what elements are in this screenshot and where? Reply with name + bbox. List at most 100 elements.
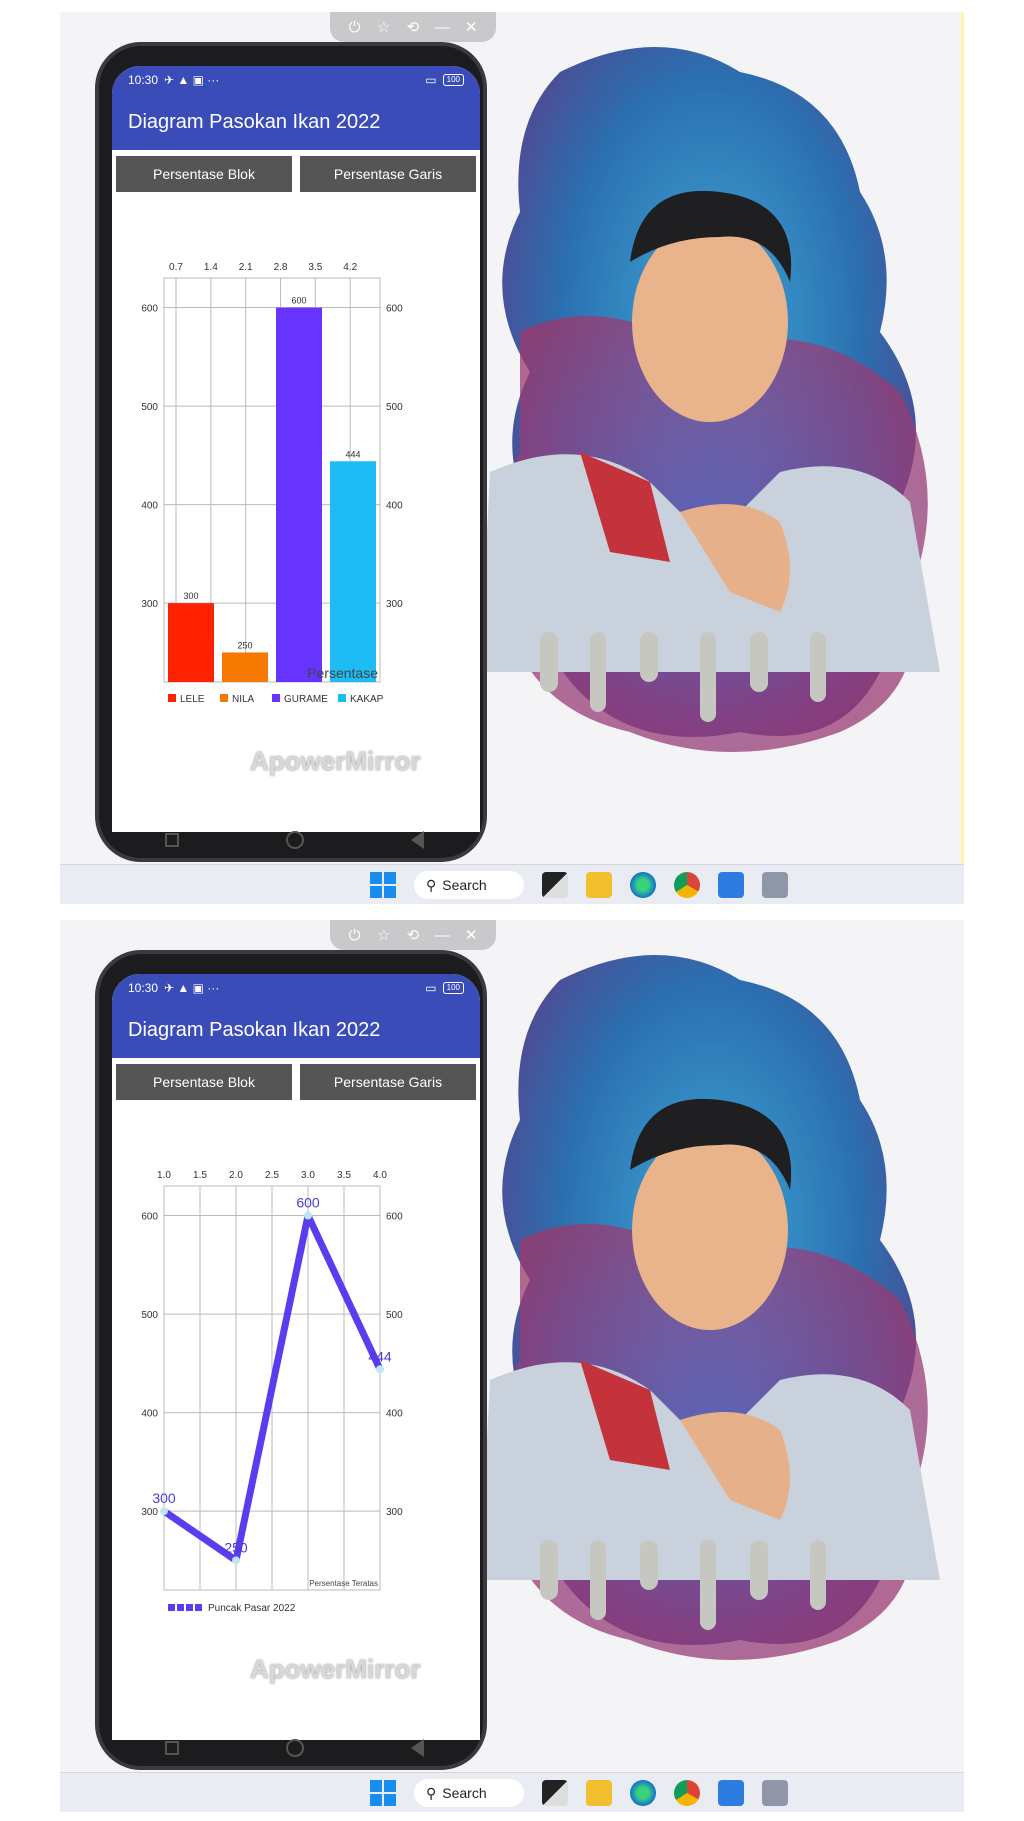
legend-label: NILA [232, 694, 255, 705]
legend-swatch [195, 1604, 202, 1611]
portrait-artwork [480, 47, 940, 752]
legend-swatch [338, 694, 346, 702]
minimize-icon[interactable]: — [432, 19, 452, 36]
point-value-label: 444 [368, 1348, 392, 1364]
screenshot-panel-line: ⏻ ☆ ⟲ — ✕ 10:30 ✈ ▲ ▣ ··· ▭ 100 Diagram … [60, 920, 964, 1820]
recent-apps-icon[interactable] [165, 833, 180, 847]
recent-apps-icon[interactable] [165, 1741, 180, 1755]
apowermirror-icon[interactable] [718, 1780, 744, 1806]
x-tick-label: 3.5 [337, 1170, 351, 1181]
taskbar-search[interactable]: ⚲ Search [414, 871, 524, 899]
desktop-background: ⏻ ☆ ⟲ — ✕ 10:30 ✈ ▲ ▣ ··· ▭ 100 Diagram … [60, 12, 964, 864]
button-row: Persentase Blok Persentase Garis [112, 156, 480, 196]
phone-frame: 10:30 ✈ ▲ ▣ ··· ▭ 100 Diagram Pasokan Ik… [95, 950, 487, 1770]
taskbar-search[interactable]: ⚲ Search [414, 1779, 524, 1807]
edge-icon[interactable] [630, 872, 656, 898]
refresh-icon[interactable]: ⟲ [403, 926, 423, 944]
page-title: Diagram Pasokan Ikan 2022 [128, 1018, 381, 1041]
y-tick-label-left: 400 [141, 501, 158, 512]
line-point [304, 1211, 312, 1220]
cast-icon: ▭ [425, 981, 437, 995]
app-bar: Diagram Pasokan Ikan 2022 [112, 1002, 480, 1058]
watermark: ApowerMirror [250, 746, 421, 776]
app-bar: Diagram Pasokan Ikan 2022 [112, 94, 480, 150]
file-explorer-icon[interactable] [586, 1780, 612, 1806]
chart-description: Persentase [307, 665, 378, 681]
x-tick-label: 4.2 [343, 262, 357, 273]
line-point [160, 1507, 168, 1516]
legend-swatch [177, 1604, 184, 1611]
app-window-icon[interactable] [762, 872, 788, 898]
chart-description: Persentase Teratas [309, 1579, 378, 1588]
persentase-garis-button[interactable]: Persentase Garis [300, 1064, 476, 1100]
bar-value-label: 600 [291, 296, 306, 306]
button-row: Persentase Blok Persentase Garis [112, 1064, 480, 1104]
close-icon[interactable]: ✕ [461, 926, 481, 944]
search-icon: ⚲ [426, 876, 437, 893]
power-icon[interactable]: ⏻ [345, 927, 365, 944]
edge-icon[interactable] [630, 1780, 656, 1806]
android-nav-bar [112, 820, 480, 860]
task-view-icon[interactable] [542, 872, 568, 898]
legend-swatch [272, 694, 280, 702]
app-window-icon[interactable] [762, 1780, 788, 1806]
y-tick-label-left: 400 [141, 1409, 158, 1420]
point-value-label: 600 [296, 1195, 320, 1211]
legend-label: KAKAP [350, 694, 384, 705]
bar-value-label: 300 [183, 591, 198, 601]
bar-value-label: 250 [237, 640, 252, 650]
chrome-icon[interactable] [674, 1780, 700, 1806]
y-tick-label-right: 300 [386, 599, 403, 610]
legend-swatch [220, 694, 228, 702]
legend-label: GURAME [284, 694, 328, 705]
star-icon[interactable]: ☆ [374, 926, 394, 944]
refresh-icon[interactable]: ⟲ [403, 18, 423, 36]
close-icon[interactable]: ✕ [461, 18, 481, 36]
x-tick-label: 1.4 [204, 262, 218, 273]
status-icons: ✈ ▲ ▣ ··· [164, 73, 220, 87]
y-tick-label-right: 600 [386, 1212, 403, 1223]
file-explorer-icon[interactable] [586, 872, 612, 898]
search-label: Search [442, 1785, 487, 1801]
minimize-icon[interactable]: — [432, 927, 452, 944]
watermark: ApowerMirror [250, 1654, 421, 1684]
y-tick-label-right: 600 [386, 304, 403, 315]
point-value-label: 300 [152, 1490, 176, 1506]
power-icon[interactable]: ⏻ [345, 19, 365, 36]
page-title: Diagram Pasokan Ikan 2022 [128, 110, 381, 133]
mirror-control-bar: ⏻ ☆ ⟲ — ✕ [330, 12, 496, 42]
status-time: 10:30 [128, 73, 159, 87]
home-icon[interactable] [285, 831, 304, 849]
persentase-blok-button[interactable]: Persentase Blok [116, 156, 292, 192]
x-tick-label: 4.0 [373, 1170, 387, 1181]
apowermirror-icon[interactable] [718, 872, 744, 898]
legend-swatch [168, 694, 176, 702]
legend-label: LELE [180, 694, 205, 705]
y-tick-label-right: 500 [386, 1310, 403, 1321]
x-tick-label: 0.7 [169, 262, 183, 273]
x-tick-label: 1.5 [193, 1170, 207, 1181]
star-icon[interactable]: ☆ [374, 18, 394, 36]
y-tick-label-right: 400 [386, 1409, 403, 1420]
phone-frame: 10:30 ✈ ▲ ▣ ··· ▭ 100 Diagram Pasokan Ik… [95, 42, 487, 862]
windows-taskbar: ⚲ Search [60, 864, 964, 904]
persentase-garis-button[interactable]: Persentase Garis [300, 156, 476, 192]
task-view-icon[interactable] [542, 1780, 568, 1806]
android-nav-bar [112, 1728, 480, 1768]
window-edge [961, 12, 964, 864]
back-icon[interactable] [410, 831, 427, 849]
status-bar: 10:30 ✈ ▲ ▣ ··· ▭ 100 [112, 66, 480, 94]
windows-start-icon[interactable] [370, 1780, 396, 1806]
persentase-blok-button[interactable]: Persentase Blok [116, 1064, 292, 1100]
y-tick-label-right: 400 [386, 501, 403, 512]
battery-icon: 100 [442, 982, 464, 994]
y-tick-label-right: 300 [386, 1507, 403, 1518]
chrome-icon[interactable] [674, 872, 700, 898]
bar-kakap [330, 461, 376, 682]
y-tick-label-left: 300 [141, 599, 158, 610]
bar-gurame [276, 307, 322, 682]
home-icon[interactable] [285, 1739, 304, 1757]
x-tick-label: 2.5 [265, 1170, 279, 1181]
back-icon[interactable] [410, 1739, 427, 1757]
windows-start-icon[interactable] [370, 872, 396, 898]
